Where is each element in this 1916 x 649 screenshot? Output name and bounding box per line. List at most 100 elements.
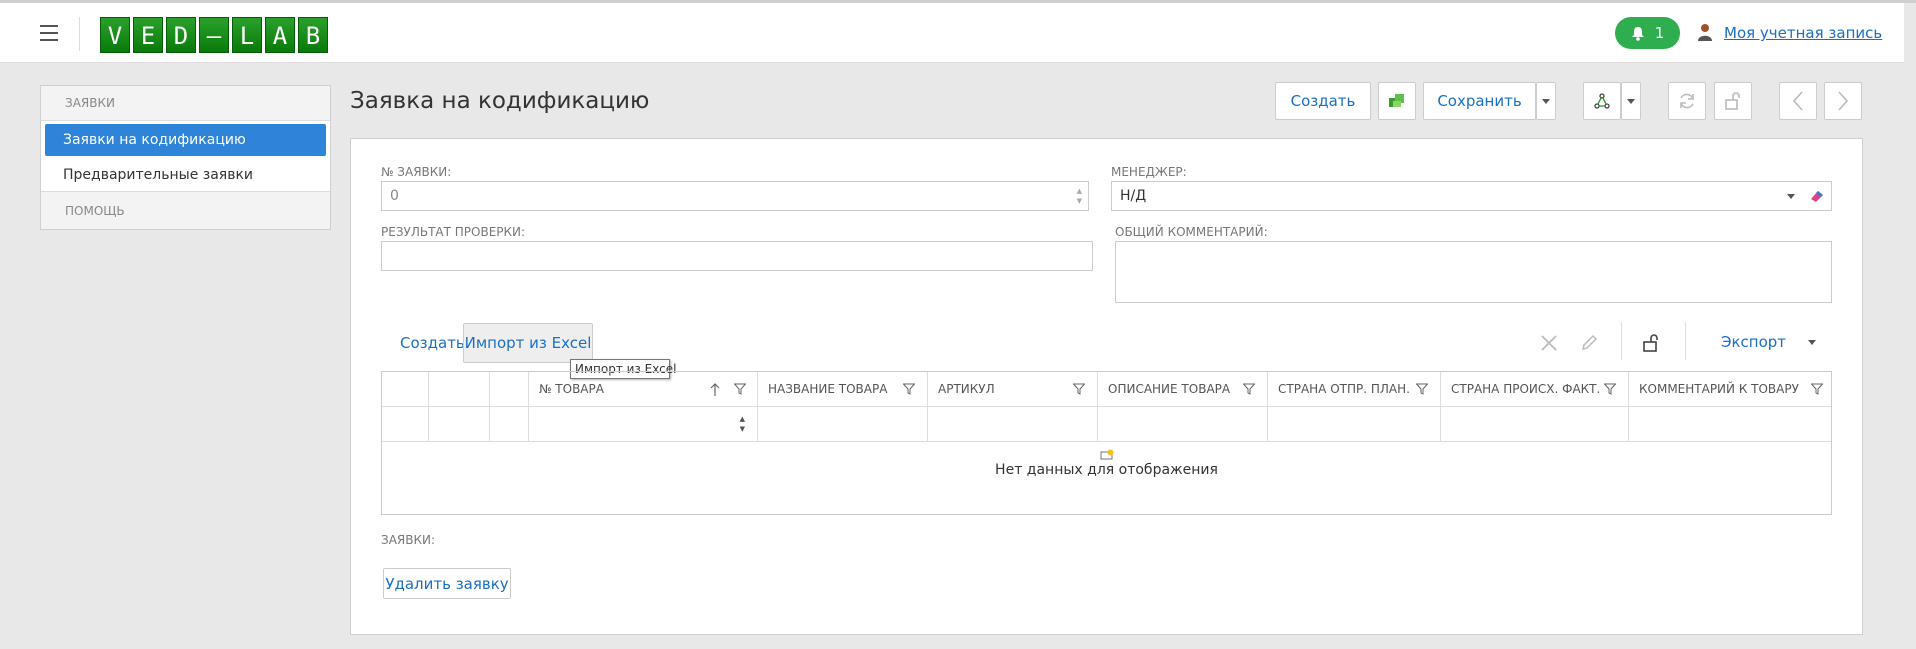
logo-letter: B [298,17,328,53]
column-label: АРТИКУЛ [938,382,995,396]
divider [1685,322,1686,360]
filter-input-description[interactable] [1098,407,1268,442]
filter-input-item-name[interactable] [758,407,928,442]
manager-label: МЕНЕДЖЕР: [1111,165,1187,179]
order-no-value: 0 [390,188,399,204]
filter-icon[interactable] [1811,383,1823,395]
chevron-down-icon [1542,98,1550,104]
create-button[interactable]: Создать [1275,82,1371,120]
save-button[interactable]: Сохранить [1423,82,1536,120]
spinner-icon[interactable]: ▲ ▼ [1077,186,1082,206]
col-item-name[interactable]: НАЗВАНИЕ ТОВАРА [758,372,928,407]
bell-icon [1631,26,1644,41]
spinner-icon[interactable]: ▲ ▼ [740,414,745,434]
filter-input-country-origin[interactable] [1441,407,1629,442]
sort-asc-icon[interactable] [710,383,720,397]
chevron-down-icon[interactable] [1787,194,1795,199]
filter-icon[interactable] [734,383,746,395]
manager-select[interactable]: Н/Д [1111,181,1832,211]
col-description[interactable]: ОПИСАНИЕ ТОВАРА [1098,372,1268,407]
next-button[interactable] [1824,82,1862,120]
column-label: НАЗВАНИЕ ТОВАРА [768,382,888,396]
sidebar-section-help[interactable]: ПОМОЩЬ [41,191,330,229]
menu-icon[interactable] [40,25,58,41]
logo-letter: E [133,17,163,53]
chevron-down-icon[interactable] [1808,340,1816,345]
refresh-button[interactable] [1668,82,1706,120]
orders-label: ЗАЯВКИ: [381,533,436,547]
export-button[interactable]: Экспорт [1721,333,1786,351]
edit-icon[interactable] [1580,334,1598,352]
import-excel-button[interactable]: Импорт из Excel [463,323,593,363]
excel-button[interactable] [1378,82,1416,120]
logo-letter: A [265,17,295,53]
filter-icon[interactable] [1416,383,1428,395]
empty-folder-icon [1100,449,1114,460]
filter-icon[interactable] [903,383,915,395]
filter-input-country-planned[interactable] [1268,407,1441,442]
column-label: ОПИСАНИЕ ТОВАРА [1108,382,1231,396]
col-item-comment[interactable]: КОММЕНТАРИЙ К ТОВАРУ [1629,372,1831,407]
column-label: СТРАНА ПРОИСХ. ФАКТ. [1451,382,1601,396]
column-label: СТРАНА ОТПР. ПЛАН. [1278,382,1410,396]
logo-letter: D [166,17,196,53]
delete-icon[interactable] [1540,334,1558,352]
sidebar: ЗАЯВКИ Заявки на кодификацию Предварител… [40,85,331,230]
filter-cell [429,407,490,442]
unlock-icon[interactable] [1642,333,1662,353]
col-item-no[interactable]: № ТОВАРА [529,372,758,407]
grid-create-button[interactable]: Создать [400,334,465,352]
page-title: Заявка на кодификацию [350,88,650,114]
comment-field[interactable] [1115,241,1832,303]
filter-input-item-no[interactable]: ▲ ▼ [529,407,758,442]
eraser-icon[interactable] [1809,189,1825,203]
sidebar-item-codification-orders[interactable]: Заявки на кодификацию [45,124,326,156]
unlock-icon [1725,92,1740,110]
workflow-icon [1594,93,1610,109]
filter-icon[interactable] [1604,383,1616,395]
divider [1621,322,1622,360]
logo-letter: – [199,17,229,53]
filter-cell [490,407,529,442]
refresh-icon [1680,93,1694,109]
chevron-down-icon [1627,98,1635,104]
delete-order-button[interactable]: Удалить заявку [383,568,511,599]
account-link[interactable]: Моя учетная запись [1724,24,1882,42]
order-no-label: № ЗАЯВКИ: [381,165,452,179]
filter-icon[interactable] [1073,383,1085,395]
user-icon [1698,24,1712,41]
logo[interactable]: V E D – L A B [100,17,328,53]
sidebar-item-preliminary-orders[interactable]: Предварительные заявки [41,159,330,191]
grid-header-cell [382,372,429,407]
grid-header-cell [490,372,529,407]
top-bar: V E D – L A B 1 Моя учетная запись [0,3,1904,63]
logo-letter: L [232,17,262,53]
filter-input-item-comment[interactable] [1629,407,1831,442]
notifications-button[interactable]: 1 [1615,17,1680,49]
unlock-button[interactable] [1714,82,1752,120]
items-grid: № ТОВАРА НАЗВАНИЕ ТОВАРА АРТИКУЛ ОПИСАНИ… [381,371,1832,515]
notification-count: 1 [1654,24,1665,42]
sidebar-section-orders[interactable]: ЗАЯВКИ [41,86,330,121]
order-no-field[interactable]: 0 ▲ ▼ [381,181,1089,211]
workflow-button[interactable] [1583,82,1621,120]
column-label: КОММЕНТАРИЙ К ТОВАРУ [1639,382,1799,396]
divider [79,17,80,51]
workflow-dropdown-button[interactable] [1621,82,1641,120]
manager-value: Н/Д [1120,188,1147,204]
col-country-origin[interactable]: СТРАНА ПРОИСХ. ФАКТ. [1441,372,1629,407]
prev-button[interactable] [1779,82,1817,120]
check-result-field[interactable] [381,241,1093,271]
col-article[interactable]: АРТИКУЛ [928,372,1098,407]
col-country-planned[interactable]: СТРАНА ОТПР. ПЛАН. [1268,372,1441,407]
save-dropdown-button[interactable] [1536,82,1556,120]
filter-input-article[interactable] [928,407,1098,442]
filter-cell [382,407,429,442]
chevron-right-icon [1838,91,1849,111]
filter-icon[interactable] [1243,383,1255,395]
excel-icon [1389,94,1404,107]
comment-label: ОБЩИЙ КОММЕНТАРИЙ: [1115,225,1268,239]
grid-header-cell [429,372,490,407]
logo-letter: V [100,17,130,53]
column-label: № ТОВАРА [539,382,604,396]
